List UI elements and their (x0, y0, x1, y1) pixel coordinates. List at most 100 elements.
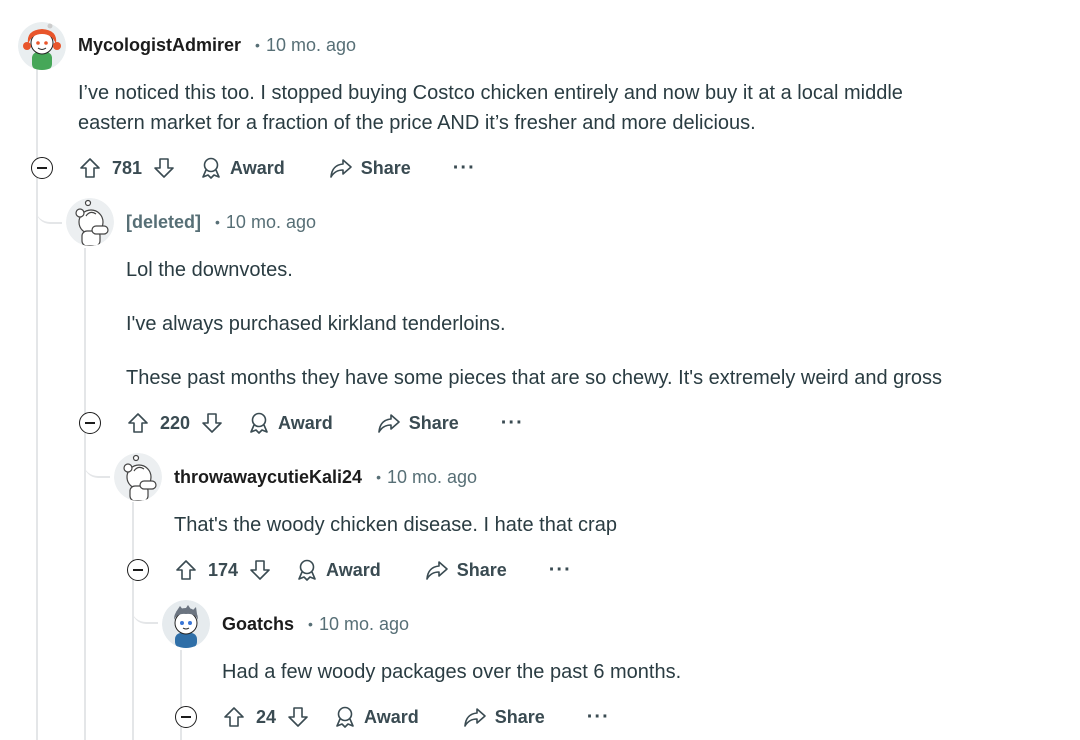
share-label: Share (360, 157, 411, 178)
downvote-icon (202, 413, 222, 433)
award-label: Award (230, 157, 285, 178)
share-button[interactable]: Share (377, 412, 459, 434)
thread-line-level-1[interactable] (84, 248, 86, 740)
upvote-icon (80, 158, 100, 178)
avatar[interactable] (162, 600, 210, 648)
award-button[interactable]: Award (248, 412, 333, 434)
timestamp[interactable]: 10 mo. ago (387, 467, 477, 488)
upvote-button[interactable] (222, 705, 246, 729)
upvote-icon (128, 413, 148, 433)
downvote-icon (288, 707, 308, 727)
comment-actions: 220 Award Share ··· (126, 409, 524, 437)
award-button[interactable]: Award (296, 559, 381, 581)
timestamp[interactable]: 10 mo. ago (226, 212, 316, 233)
default-snoo-avatar-icon (66, 198, 114, 246)
orange-haired-snoo-avatar-icon (18, 22, 66, 70)
share-icon (463, 708, 486, 727)
comment-body: Had a few woody packages over the past 6… (222, 657, 681, 687)
share-button[interactable]: Share (425, 559, 507, 581)
timestamp[interactable]: 10 mo. ago (266, 35, 356, 56)
more-options-button[interactable]: ··· (453, 157, 476, 180)
comment-body: Lol the downvotes. I've always purchased… (126, 255, 942, 393)
comment-line: Lol the downvotes. (126, 259, 293, 281)
share-icon (377, 414, 400, 433)
downvote-button[interactable] (152, 156, 176, 180)
downvote-button[interactable] (248, 558, 272, 582)
avatar[interactable] (18, 22, 66, 70)
username[interactable]: Goatchs (222, 614, 294, 635)
vote-score: 781 (112, 157, 143, 178)
username[interactable]: throwawaycutieKali24 (174, 467, 362, 488)
comment-body: That's the woody chicken disease. I hate… (174, 510, 617, 540)
comment-meta: throwawaycutieKali24 • 10 mo. ago (174, 466, 477, 488)
more-options-button[interactable]: ··· (587, 706, 610, 729)
downvote-icon (250, 560, 270, 580)
upvote-icon (224, 707, 244, 727)
upvote-button[interactable] (126, 411, 150, 435)
separator-dot: • (215, 214, 220, 230)
more-options-button[interactable]: ··· (501, 412, 524, 435)
avatar[interactable] (114, 453, 162, 501)
share-label: Share (456, 559, 507, 580)
more-options-button[interactable]: ··· (549, 559, 572, 582)
award-icon (202, 157, 220, 179)
comment-line: Had a few woody packages over the past 6… (222, 661, 682, 683)
vote-score: 24 (256, 706, 277, 727)
share-icon (425, 561, 448, 580)
award-label: Award (278, 412, 333, 433)
award-icon (250, 412, 268, 434)
vote-score: 220 (160, 412, 191, 433)
minus-icon (181, 716, 191, 718)
award-icon (298, 559, 316, 581)
default-snoo-avatar-icon (114, 453, 162, 501)
comment-line: I've always purchased kirkland tenderloi… (126, 313, 506, 335)
avatar[interactable] (66, 198, 114, 246)
collapse-button[interactable] (79, 412, 101, 434)
comment-meta: Goatchs • 10 mo. ago (222, 613, 409, 635)
thread-branch-level-3 (132, 582, 158, 624)
share-label: Share (494, 706, 545, 727)
vote-score: 174 (208, 559, 239, 580)
comment-body: I’ve noticed this too. I stopped buying … (78, 78, 903, 138)
comment-actions: 24 Award Share ··· (222, 703, 610, 731)
minus-icon (133, 569, 143, 571)
comment-meta: MycologistAdmirer • 10 mo. ago (78, 34, 356, 56)
comment-actions: 781 Award Share ··· (78, 154, 476, 182)
comment-meta: [deleted] • 10 mo. ago (126, 211, 316, 233)
downvote-icon (154, 158, 174, 178)
separator-dot: • (255, 37, 260, 53)
share-label: Share (408, 412, 459, 433)
downvote-button[interactable] (200, 411, 224, 435)
separator-dot: • (376, 469, 381, 485)
share-button[interactable]: Share (463, 706, 545, 728)
award-button[interactable]: Award (200, 157, 285, 179)
upvote-button[interactable] (174, 558, 198, 582)
minus-icon (37, 167, 47, 169)
award-icon (336, 706, 354, 728)
username[interactable]: MycologistAdmirer (78, 35, 241, 56)
comment-line: That's the woody chicken disease. I hate… (174, 514, 617, 536)
thread-line-level-2[interactable] (132, 502, 134, 740)
minus-icon (85, 422, 95, 424)
timestamp[interactable]: 10 mo. ago (319, 614, 409, 635)
upvote-icon (176, 560, 196, 580)
collapse-button[interactable] (127, 559, 149, 581)
award-label: Award (326, 559, 381, 580)
share-button[interactable]: Share (329, 157, 411, 179)
award-button[interactable]: Award (334, 706, 419, 728)
comment-line: These past months they have some pieces … (126, 367, 943, 389)
thread-branch-level-2 (84, 436, 110, 478)
share-icon (329, 159, 352, 178)
upvote-button[interactable] (78, 156, 102, 180)
gray-haired-snoo-avatar-icon (162, 600, 210, 648)
collapse-button[interactable] (31, 157, 53, 179)
username: [deleted] (126, 211, 202, 232)
comment-line: eastern market for a fraction of the pri… (78, 112, 756, 134)
thread-branch-level-1 (36, 180, 62, 224)
award-label: Award (364, 706, 419, 727)
collapse-button[interactable] (175, 706, 197, 728)
separator-dot: • (308, 616, 313, 632)
comment-actions: 174 Award Share ··· (174, 556, 572, 584)
comment-line: I’ve noticed this too. I stopped buying … (78, 82, 903, 104)
downvote-button[interactable] (286, 705, 310, 729)
